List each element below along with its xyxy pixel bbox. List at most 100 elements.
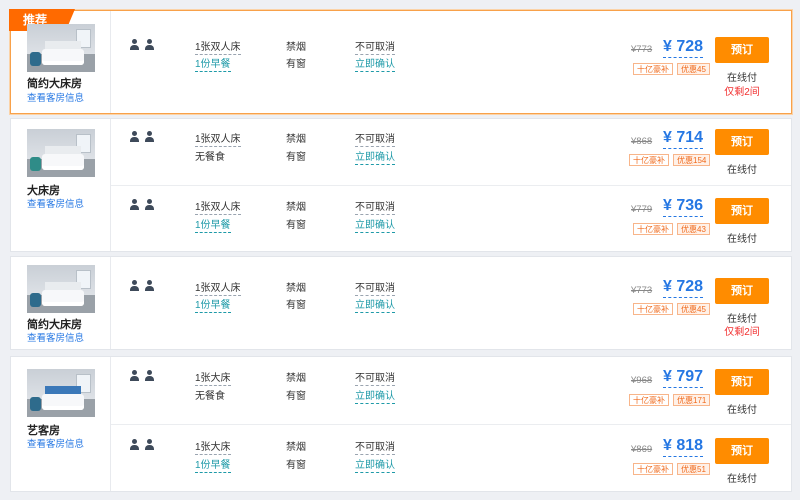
meal-plan[interactable]: 1份早餐: [195, 456, 231, 473]
window-info: 有窗: [286, 59, 306, 70]
bed-type[interactable]: 1张双人床: [195, 279, 241, 296]
payment-type: 在线付: [727, 165, 757, 176]
meal-plan: 无餐食: [195, 152, 225, 163]
smoking-policy: 禁烟: [286, 202, 306, 213]
promo-badges: 十亿豪补 优惠45: [633, 63, 710, 75]
cancel-policy[interactable]: 不可取消: [355, 279, 395, 296]
confirm-type[interactable]: 立即确认: [355, 216, 395, 233]
meal-plan[interactable]: 1份早餐: [195, 296, 231, 313]
book-button[interactable]: 预订: [715, 278, 769, 304]
promo-badges: 十亿豪补 优惠45: [633, 303, 710, 315]
current-price[interactable]: ¥ 714: [663, 129, 704, 149]
discount-badge: 优惠51: [677, 463, 710, 475]
promo-badges: 十亿豪补 优惠51: [633, 463, 710, 475]
window-info: 有窗: [286, 152, 306, 163]
two-guests-icon: [129, 199, 159, 211]
offer-row: 1张大床 1份早餐 禁烟 有窗 不可取消 立即确认 ¥869 ¥ 818 十亿豪…: [111, 424, 791, 493]
original-price: ¥773: [631, 285, 653, 296]
discount-badge: 优惠45: [677, 303, 710, 315]
window-info: 有窗: [286, 460, 306, 471]
view-room-info-link[interactable]: 查看客房信息: [27, 436, 111, 450]
confirm-type[interactable]: 立即确认: [355, 456, 395, 473]
current-price[interactable]: ¥ 818: [663, 437, 704, 457]
payment-type: 在线付: [727, 234, 757, 245]
window-info: 有窗: [286, 220, 306, 231]
meal-plan: 无餐食: [195, 391, 225, 402]
subsidy-badge: 十亿豪补: [633, 303, 673, 315]
current-price[interactable]: ¥ 728: [663, 38, 704, 58]
two-guests-icon: [129, 39, 159, 51]
confirm-type[interactable]: 立即确认: [355, 387, 395, 404]
payment-type: 在线付: [727, 73, 757, 84]
room-info: 简约大床房 查看客房信息: [11, 11, 111, 113]
meal-plan[interactable]: 1份早餐: [195, 216, 231, 233]
offer-row: 1张大床 无餐食 禁烟 有窗 不可取消 立即确认 ¥968 ¥ 797 十亿豪补…: [111, 357, 791, 424]
subsidy-badge: 十亿豪补: [629, 394, 669, 406]
room-photo[interactable]: [27, 369, 95, 417]
room-card-3: 简约大床房 查看客房信息 1张双人床 1份早餐 禁烟 有窗 不可取消 立即确认 …: [10, 256, 792, 350]
book-button[interactable]: 预订: [715, 369, 769, 395]
original-price: ¥779: [631, 204, 653, 215]
room-info: 艺客房 查看客房信息: [11, 357, 111, 491]
original-price: ¥868: [631, 136, 653, 147]
offer-row: 1张双人床 1份早餐 禁烟 有窗 不可取消 立即确认 ¥773 ¥ 728 十亿…: [111, 11, 791, 115]
smoking-policy: 禁烟: [286, 283, 306, 294]
offer-row: 1张双人床 无餐食 禁烟 有窗 不可取消 立即确认 ¥868 ¥ 714 十亿豪…: [111, 119, 791, 185]
room-card-1: 推荐 简约大床房 查看客房信息 1张双人床 1份早餐 禁烟 有窗 不可取消 立即…: [9, 9, 792, 115]
subsidy-badge: 十亿豪补: [629, 154, 669, 166]
two-guests-icon: [129, 370, 159, 382]
book-button[interactable]: 预订: [715, 129, 769, 155]
view-room-info-link[interactable]: 查看客房信息: [27, 330, 111, 344]
view-room-info-link[interactable]: 查看客房信息: [27, 90, 111, 104]
promo-badges: 十亿豪补 优惠154: [629, 154, 711, 166]
room-info: 大床房 查看客房信息: [11, 119, 111, 251]
bed-type[interactable]: 1张大床: [195, 438, 231, 455]
cancel-policy[interactable]: 不可取消: [355, 130, 395, 147]
subsidy-badge: 十亿豪补: [633, 223, 673, 235]
payment-type: 在线付: [727, 474, 757, 485]
confirm-type[interactable]: 立即确认: [355, 55, 395, 72]
bed-type[interactable]: 1张双人床: [195, 198, 241, 215]
cancel-policy[interactable]: 不可取消: [355, 198, 395, 215]
two-guests-icon: [129, 280, 159, 292]
bed-type[interactable]: 1张大床: [195, 369, 231, 386]
bed-type[interactable]: 1张双人床: [195, 38, 241, 55]
cancel-policy[interactable]: 不可取消: [355, 369, 395, 386]
confirm-type[interactable]: 立即确认: [355, 148, 395, 165]
current-price[interactable]: ¥ 797: [663, 368, 704, 388]
confirm-type[interactable]: 立即确认: [355, 296, 395, 313]
discount-badge: 优惠171: [673, 394, 711, 406]
current-price[interactable]: ¥ 736: [663, 197, 704, 217]
current-price[interactable]: ¥ 728: [663, 278, 704, 298]
cancel-policy[interactable]: 不可取消: [355, 438, 395, 455]
window-info: 有窗: [286, 391, 306, 402]
discount-badge: 优惠154: [673, 154, 711, 166]
subsidy-badge: 十亿豪补: [633, 463, 673, 475]
subsidy-badge: 十亿豪补: [633, 63, 673, 75]
two-guests-icon: [129, 131, 159, 143]
two-guests-icon: [129, 439, 159, 451]
promo-badges: 十亿豪补 优惠171: [629, 394, 711, 406]
room-photo[interactable]: [27, 24, 95, 72]
meal-plan[interactable]: 1份早餐: [195, 55, 231, 72]
original-price: ¥773: [631, 44, 653, 55]
cancel-policy[interactable]: 不可取消: [355, 38, 395, 55]
room-photo[interactable]: [27, 129, 95, 177]
window-info: 有窗: [286, 300, 306, 311]
book-button[interactable]: 预订: [715, 438, 769, 464]
offer-row: 1张双人床 1份早餐 禁烟 有窗 不可取消 立即确认 ¥779 ¥ 736 十亿…: [111, 185, 791, 253]
room-photo[interactable]: [27, 265, 95, 313]
original-price: ¥869: [631, 444, 653, 455]
book-button[interactable]: 预订: [715, 198, 769, 224]
rooms-remaining: 仅剩2间: [724, 327, 760, 338]
room-card-2: 大床房 查看客房信息 1张双人床 无餐食 禁烟 有窗 不可取消 立即确认 ¥86…: [10, 118, 792, 252]
discount-badge: 优惠43: [677, 223, 710, 235]
original-price: ¥968: [631, 375, 653, 386]
room-card-4: 艺客房 查看客房信息 1张大床 无餐食 禁烟 有窗 不可取消 立即确认 ¥968…: [10, 356, 792, 492]
view-room-info-link[interactable]: 查看客房信息: [27, 196, 111, 210]
discount-badge: 优惠45: [677, 63, 710, 75]
bed-type[interactable]: 1张双人床: [195, 130, 241, 147]
payment-type: 在线付: [727, 405, 757, 416]
book-button[interactable]: 预订: [715, 37, 769, 63]
smoking-policy: 禁烟: [286, 373, 306, 384]
